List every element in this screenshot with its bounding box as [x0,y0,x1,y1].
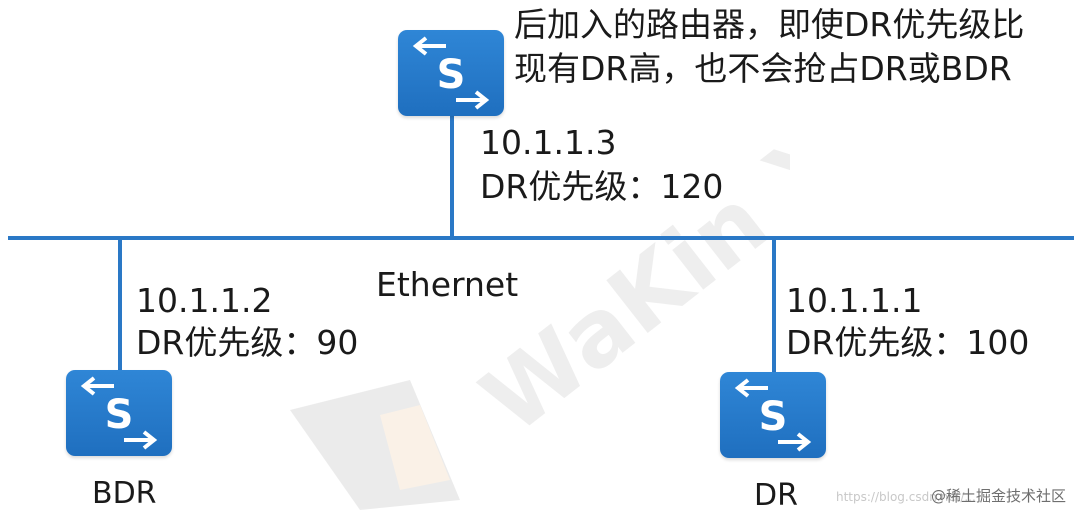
ospf-dr-diagram: WaKin Xie S S S 后加入的路由器，即使DR优先级比 现有DR高，也… [0,0,1080,516]
switch-icon: S [80,376,158,450]
switch-icon: S [734,378,812,452]
switch-icon: S [412,36,490,110]
router-dr-priority: DR优先级：100 [786,323,1030,362]
ethernet-bus [8,236,1074,240]
router-new-priority: DR优先级：120 [480,167,724,206]
annotation-line-2: 现有DR高，也不会抢占DR或BDR [514,49,1012,88]
link-new-router [450,112,454,238]
router-bdr-priority: DR优先级：90 [136,323,359,362]
router-bdr-role: BDR [92,476,157,511]
platform-credit: @稀土掘金技术社区 [930,487,1066,505]
router-new: S [398,30,504,116]
network-label: Ethernet [376,265,519,304]
link-bdr-router [118,238,122,370]
link-dr-router [772,238,776,372]
router-dr-role: DR [754,478,798,513]
annotation-line-1: 后加入的路由器，即使DR优先级比 [514,5,1025,44]
switch-letter: S [105,392,134,438]
router-bdr-ip: 10.1.1.2 [136,281,273,320]
switch-letter: S [437,52,466,98]
router-new-ip: 10.1.1.3 [480,123,617,162]
router-dr: S [720,372,826,458]
switch-letter: S [759,394,788,440]
router-bdr: S [66,370,172,456]
router-dr-ip: 10.1.1.1 [786,281,923,320]
